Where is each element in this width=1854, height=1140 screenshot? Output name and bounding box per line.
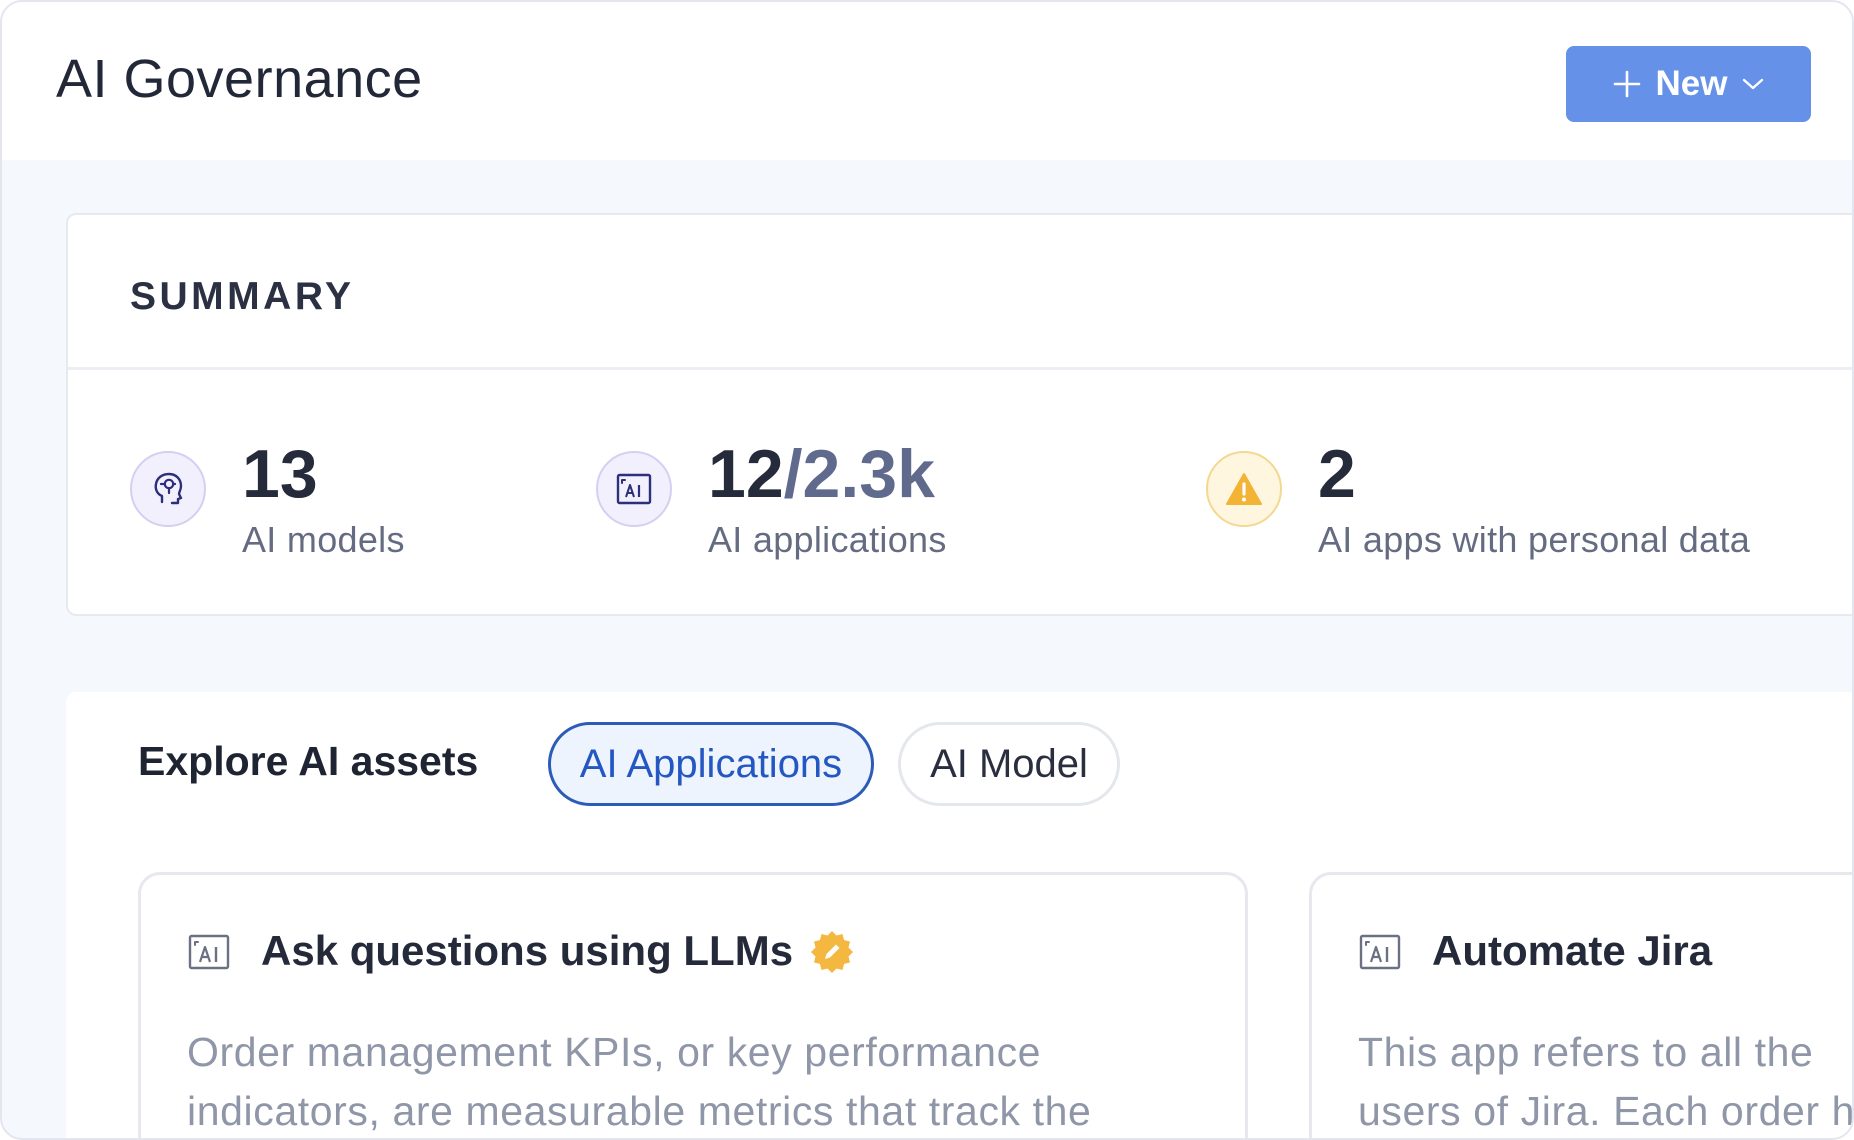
stat-label: AI applications xyxy=(708,519,947,560)
stat-label: AI models xyxy=(242,519,405,560)
page-title: AI Governance xyxy=(56,49,423,109)
brain-head-icon xyxy=(154,472,183,505)
tab-ai-applications[interactable]: AI Applications xyxy=(548,722,874,806)
app-window: AI Governance New SUMMARY 13 AI models 1… xyxy=(0,0,1854,1140)
chevron-down-icon xyxy=(1743,78,1764,90)
stat-value: 12/2.3k xyxy=(708,436,935,512)
tab-ai-model[interactable]: AI Model xyxy=(898,722,1120,806)
stat-icon-container xyxy=(1206,451,1282,527)
certified-badge-icon xyxy=(811,931,853,973)
ai-app-icon xyxy=(616,473,652,505)
summary-header: SUMMARY xyxy=(68,215,1852,370)
explore-title: Explore AI assets xyxy=(138,738,479,784)
plus-icon xyxy=(1613,70,1640,98)
warning-icon xyxy=(1226,473,1262,505)
ai-app-icon xyxy=(1359,934,1401,970)
app-card[interactable]: Ask questions using LLMs Order managemen… xyxy=(138,872,1248,1138)
stat-personal-data-apps[interactable]: 2 AI apps with personal data xyxy=(1206,435,1750,561)
stat-label: AI apps with personal data xyxy=(1318,519,1751,560)
app-card[interactable]: Automate Jira This app refers to all the… xyxy=(1309,872,1854,1138)
stat-ai-applications[interactable]: 12/2.3k AI applications xyxy=(596,435,947,561)
summary-card: SUMMARY 13 AI models 12/2.3k AI applicat… xyxy=(66,213,1852,616)
stat-ai-models[interactable]: 13 AI models xyxy=(130,435,405,561)
app-card-description: Order management KPIs, or key performanc… xyxy=(187,1029,1092,1134)
ai-app-icon xyxy=(188,934,230,970)
new-button[interactable]: New xyxy=(1566,46,1811,122)
stat-icon-container xyxy=(130,451,206,527)
summary-title: SUMMARY xyxy=(130,275,355,318)
app-card-title[interactable]: Automate Jira xyxy=(1432,927,1712,975)
stat-icon-container xyxy=(596,451,672,527)
stat-value: 13 xyxy=(242,436,318,512)
app-card-description: This app refers to all the users of Jira… xyxy=(1358,1029,1854,1134)
app-card-title[interactable]: Ask questions using LLMs xyxy=(261,927,793,975)
stat-value: 2 xyxy=(1318,436,1356,512)
new-button-label: New xyxy=(1655,64,1728,103)
page-header: AI Governance New xyxy=(2,2,1852,160)
